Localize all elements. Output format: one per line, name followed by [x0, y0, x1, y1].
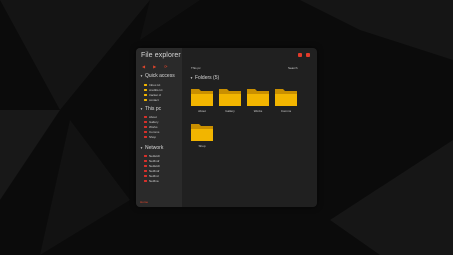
network-item[interactable]: Netfindr [144, 169, 160, 173]
network-item[interactable]: Netfina [144, 179, 159, 183]
network-item[interactable]: Netfetch [144, 154, 160, 158]
this-pc-item[interactable]: Comms [144, 130, 159, 134]
folder-icon [191, 89, 213, 106]
network-drive-icon [144, 160, 147, 162]
chevron-down-icon: ▼ [140, 74, 143, 78]
back-icon[interactable]: ◀ [142, 65, 145, 69]
drive-icon [144, 136, 147, 138]
folder-works[interactable]: Works [246, 86, 270, 116]
network-item[interactable]: Netfind [144, 174, 159, 178]
forward-icon[interactable]: ▶ [153, 65, 156, 69]
this-pc-item[interactable]: Gallery [144, 120, 159, 124]
network-drive-icon [144, 155, 147, 157]
file-icon [144, 94, 147, 96]
breadcrumb[interactable]: This pc [191, 66, 201, 70]
sidebar: File explorer ◀ ▶ ⟳ ▼ Quick access Inbox.… [136, 48, 182, 207]
network-drive-icon [144, 170, 147, 172]
folder-icon [275, 89, 297, 106]
search-input[interactable]: Search [288, 66, 298, 70]
folder-label: Shop [198, 144, 206, 148]
folder-label: Gallery [225, 109, 235, 113]
refresh-icon[interactable]: ⟳ [164, 65, 167, 69]
chevron-down-icon: ▼ [140, 107, 143, 111]
drive-icon [144, 116, 147, 118]
folder-shop[interactable]: Shop [190, 121, 214, 151]
file-explorer-window: File explorer ◀ ▶ ⟳ ▼ Quick access Inbox.… [136, 48, 317, 207]
folder-icon [191, 124, 213, 141]
file-icon [144, 84, 147, 86]
this-pc-item[interactable]: About [144, 115, 157, 119]
drive-icon [144, 121, 147, 123]
network-item[interactable]: Netfetch [144, 164, 160, 168]
quick-access-item[interactable]: Inbox.txt [144, 83, 160, 87]
file-icon [144, 99, 147, 101]
window-title: File explorer [141, 52, 181, 59]
folder-gallery[interactable]: Gallery [218, 86, 242, 116]
folder-icon [219, 89, 241, 106]
section-network[interactable]: ▼ Network [140, 145, 163, 151]
home-link[interactable]: Home [140, 200, 148, 204]
file-icon [144, 89, 147, 91]
folder-about[interactable]: About [190, 86, 214, 116]
folder-label: Works [253, 109, 263, 113]
drive-icon [144, 131, 147, 133]
folder-icon [247, 89, 269, 106]
folders-header[interactable]: ▼ Folders (5) [190, 75, 219, 81]
section-quick-access[interactable]: ▼ Quick access [140, 73, 175, 79]
drive-icon [144, 126, 147, 128]
section-this-pc[interactable]: ▼ This pc [140, 106, 161, 112]
folder-comms[interactable]: Comms [274, 86, 298, 116]
this-pc-item[interactable]: Shop [144, 135, 156, 139]
network-drive-icon [144, 180, 147, 182]
nav-toolbar: ◀ ▶ ⟳ [142, 65, 168, 69]
quick-access-item[interactable]: contact [144, 98, 159, 102]
chevron-down-icon: ▼ [190, 76, 193, 80]
folder-label: Comms [280, 109, 292, 113]
quick-access-item[interactable]: tracker.cl [144, 93, 161, 97]
network-item[interactable]: Netfindr [144, 159, 160, 163]
minimize-button[interactable] [298, 53, 302, 57]
chevron-down-icon: ▼ [140, 146, 143, 150]
network-drive-icon [144, 175, 147, 177]
this-pc-item[interactable]: Works [144, 125, 157, 129]
quick-access-item[interactable]: crediits.txt [144, 88, 163, 92]
folder-label: About [198, 109, 206, 113]
close-button[interactable] [306, 53, 310, 57]
network-drive-icon [144, 165, 147, 167]
